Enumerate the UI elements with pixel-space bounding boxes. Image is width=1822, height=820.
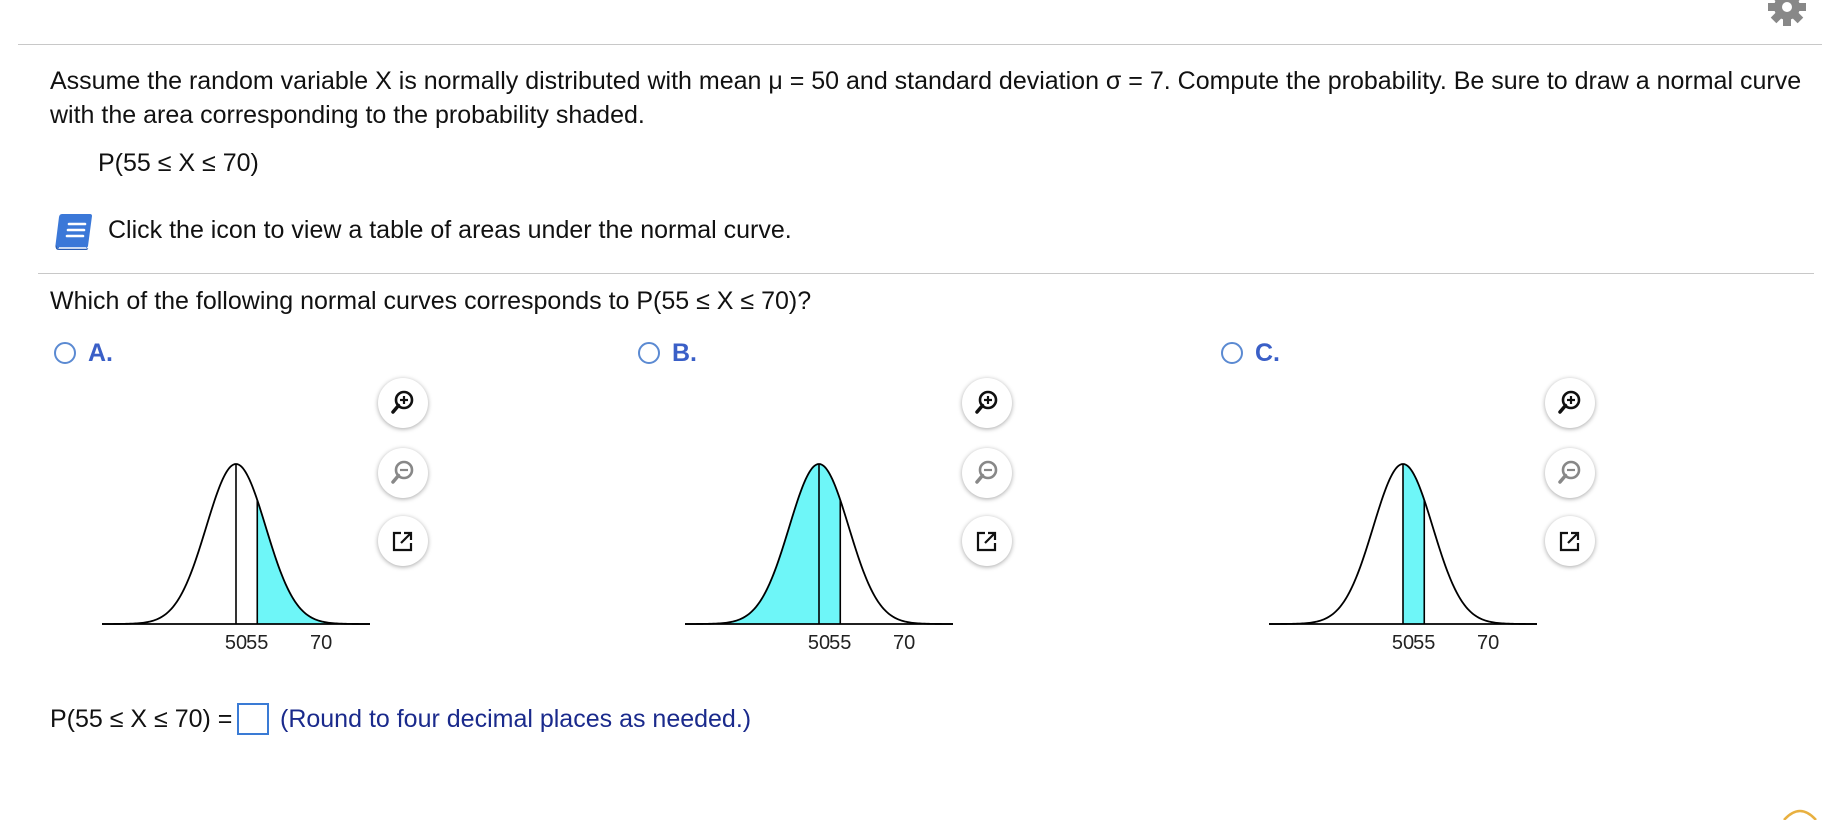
popout-icon [1559,531,1580,552]
settings-gear-icon[interactable] [1766,0,1808,28]
choice-b[interactable]: B. [638,338,697,368]
choice-c-radio[interactable] [1221,342,1243,364]
zoom-in-icon [1558,390,1581,414]
choice-c-zoom-in-button[interactable] [1545,378,1595,428]
choice-c-popout-button[interactable] [1545,516,1595,566]
choice-c-letter: C. [1255,339,1280,367]
popout-icon [392,531,413,552]
choice-a-letter: A. [88,339,113,367]
choice-b-normal-curve-graph: 50 55 70 [685,463,953,654]
zoom-in-icon [975,390,998,414]
zoom-in-icon [391,390,414,414]
choice-a-zoom-in-button[interactable] [378,378,428,428]
popout-icon [976,531,997,552]
choice-b-zoom-in-button[interactable] [962,378,1012,428]
probability-expression: P(55 ≤ X ≤ 70) [98,149,259,177]
choice-a-radio[interactable] [54,342,76,364]
tick-label: 70 [310,632,332,654]
section-divider [38,273,1814,274]
tick-label: 70 [1477,632,1499,654]
question-text: Which of the following normal curves cor… [50,287,812,315]
tick-label: 50 [808,632,830,654]
choice-c-zoom-out-button[interactable] [1545,448,1595,498]
choice-a-zoom-out-button[interactable] [378,448,428,498]
book-icon[interactable] [52,212,94,252]
answer-label: P(55 ≤ X ≤ 70) = [50,705,233,733]
choice-b-radio[interactable] [638,342,660,364]
tick-label: 55 [829,632,851,654]
shaded-area [257,500,370,624]
tick-label: 55 [246,632,268,654]
tick-label: 70 [893,632,915,654]
choice-b-zoom-out-button[interactable] [962,448,1012,498]
choice-c-normal-curve-graph: 50 55 70 [1269,463,1537,654]
choice-b-popout-button[interactable] [962,516,1012,566]
choice-a-popout-button[interactable] [378,516,428,566]
problem-statement: Assume the random variable X is normally… [50,67,1802,129]
choice-b-letter: B. [672,339,697,367]
rounding-hint: (Round to four decimal places as needed.… [280,705,752,733]
choice-c[interactable]: C. [1221,338,1280,368]
zoom-out-icon [1558,460,1581,484]
tick-label: 50 [1392,632,1414,654]
zoom-out-icon [975,460,998,484]
help-badge-icon[interactable] [1780,800,1820,820]
zoom-out-icon [391,460,414,484]
shaded-area [685,464,841,624]
choice-a[interactable]: A. [54,338,113,368]
tick-label: 50 [225,632,247,654]
answer-input[interactable] [237,703,269,735]
normal-table-link[interactable]: Click the icon to view a table of areas … [108,213,792,247]
top-divider [18,44,1822,45]
shaded-area [1403,464,1425,624]
choice-a-normal-curve-graph: 50 55 70 [102,463,370,654]
tick-label: 55 [1413,632,1435,654]
